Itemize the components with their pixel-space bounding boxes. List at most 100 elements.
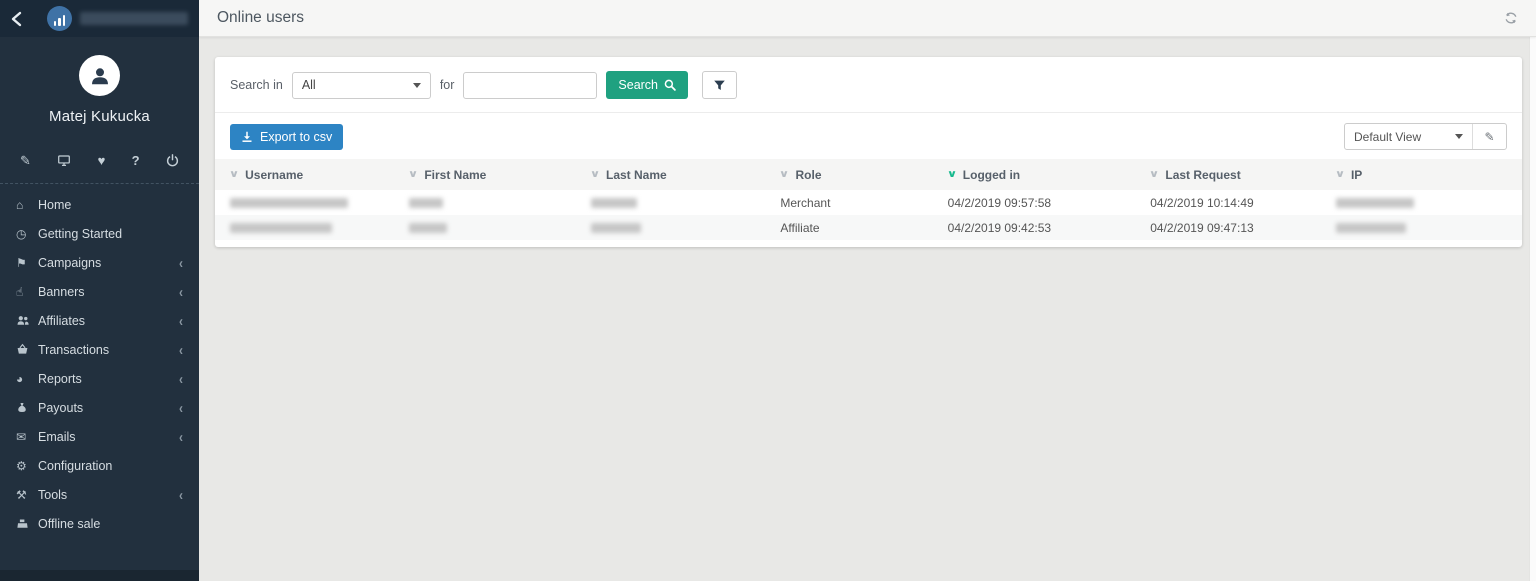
download-icon <box>241 131 253 143</box>
column-label: First Name <box>424 168 486 182</box>
cell-last-request: 04/2/2019 10:14:49 <box>1144 190 1330 215</box>
search-button[interactable]: Search <box>606 71 688 99</box>
cell-last-request: 04/2/2019 09:47:13 <box>1144 215 1330 240</box>
power-icon[interactable] <box>166 154 179 167</box>
search-in-label: Search in <box>230 78 283 92</box>
offline-sale-icon <box>16 518 38 530</box>
search-in-select[interactable]: All <box>292 72 431 99</box>
sidebar-item-label: Payouts <box>38 401 179 415</box>
sort-chevron-icon: ∨ <box>779 169 790 180</box>
page-title: Online users <box>217 9 304 27</box>
sidebar-item-configuration[interactable]: ⚙Configuration <box>0 451 199 480</box>
sidebar-item-tools[interactable]: ⚒Tools‹ <box>0 480 199 509</box>
help-icon[interactable]: ? <box>132 154 140 167</box>
column-header-first-name[interactable]: ∨ First Name <box>403 159 585 190</box>
sidebar-item-transactions[interactable]: Transactions‹ <box>0 335 199 364</box>
search-row: Search in All for Search <box>215 57 1522 113</box>
avatar[interactable] <box>79 55 120 96</box>
brand-name-redacted <box>80 12 188 25</box>
reports-icon: ◕ <box>16 372 38 386</box>
column-header-last-name[interactable]: ∨Last Name <box>585 159 775 190</box>
table-row[interactable]: Affiliate04/2/2019 09:42:5304/2/2019 09:… <box>215 215 1522 240</box>
cell-role: Affiliate <box>774 215 941 240</box>
sidebar-item-banners[interactable]: ☝Banners‹ <box>0 277 199 306</box>
pencil-icon[interactable]: ✎ <box>20 154 31 167</box>
sort-chevron-icon: ∨ <box>1335 169 1346 180</box>
table-row[interactable]: Merchant04/2/2019 09:57:5804/2/2019 10:1… <box>215 190 1522 215</box>
table-header-row: ∨Username∨First Name∨Last Name∨Role∨Logg… <box>215 159 1522 190</box>
search-icon <box>664 79 676 91</box>
cell-username <box>215 215 403 240</box>
sidebar-item-emails[interactable]: ✉Emails‹ <box>0 422 199 451</box>
view-control: Default View ✎ <box>1344 123 1507 150</box>
column-label: Logged in <box>963 168 1020 182</box>
filter-funnel-icon <box>713 79 726 92</box>
sidebar-item-label: Banners <box>38 285 179 299</box>
sort-chevron-icon: ∨ <box>408 169 419 180</box>
sidebar-item-getting-started[interactable]: ◷Getting Started <box>0 219 199 248</box>
sidebar-divider <box>0 183 199 184</box>
sidebar-item-payouts[interactable]: Payouts‹ <box>0 393 199 422</box>
banners-icon: ☝ <box>16 285 38 299</box>
chevron-left-icon: ‹ <box>179 254 183 271</box>
view-select-value: Default View <box>1354 130 1447 144</box>
online-users-table: ∨Username∨First Name∨Last Name∨Role∨Logg… <box>215 159 1522 240</box>
sidebar-topbar <box>0 0 199 37</box>
search-term-input[interactable] <box>463 72 597 99</box>
search-button-label: Search <box>618 78 658 92</box>
monitor-icon[interactable] <box>57 154 71 167</box>
cell-ip <box>1330 190 1522 215</box>
transactions-icon <box>16 343 38 356</box>
column-header-logged-in[interactable]: ∨Logged in <box>942 159 1145 190</box>
sort-chevron-icon: ∨ <box>1149 169 1160 180</box>
sidebar-item-affiliates[interactable]: Affiliates‹ <box>0 306 199 335</box>
table-body: Merchant04/2/2019 09:57:5804/2/2019 10:1… <box>215 190 1522 240</box>
person-icon <box>89 65 111 87</box>
brand[interactable] <box>47 6 188 31</box>
sort-chevron-icon: ∨ <box>229 169 240 180</box>
sidebar-item-home[interactable]: ⌂Home <box>0 190 199 219</box>
export-button-label: Export to csv <box>260 130 332 144</box>
cell-first-name <box>403 190 585 215</box>
column-header-ip[interactable]: ∨ IP <box>1330 159 1522 190</box>
search-in-value: All <box>302 78 413 92</box>
redacted-value <box>591 198 637 208</box>
chevron-down-icon <box>413 83 421 88</box>
view-select[interactable]: Default View <box>1345 124 1472 149</box>
sidebar-item-label: Configuration <box>38 459 183 473</box>
sidebar-item-label: Emails <box>38 430 179 444</box>
sidebar-item-offline-sale[interactable]: Offline sale <box>0 509 199 538</box>
sidebar: Matej Kukucka ✎♥? ⌂Home◷Getting Started⚑… <box>0 0 199 581</box>
refresh-icon[interactable] <box>1504 11 1518 25</box>
redacted-value <box>409 223 447 233</box>
tools-icon: ⚒ <box>16 488 38 502</box>
column-header-role[interactable]: ∨Role <box>774 159 941 190</box>
campaigns-icon: ⚑ <box>16 256 38 270</box>
column-label: Last Name <box>606 168 667 182</box>
user-profile: Matej Kukucka <box>0 37 199 125</box>
heart-icon[interactable]: ♥ <box>98 154 106 167</box>
scrollbar-track[interactable] <box>1529 0 1536 581</box>
chevron-left-icon: ‹ <box>179 312 183 329</box>
chevron-left-icon: ‹ <box>179 283 183 300</box>
column-header-username[interactable]: ∨Username <box>215 159 403 190</box>
affiliates-icon <box>16 314 38 327</box>
redacted-value <box>230 198 348 208</box>
edit-view-button[interactable]: ✎ <box>1473 124 1506 149</box>
main-area: Online users Search in All for Search <box>199 0 1536 581</box>
filter-button[interactable] <box>702 71 737 99</box>
column-header-last-request[interactable]: ∨Last Request <box>1144 159 1330 190</box>
pencil-icon: ✎ <box>1484 130 1494 144</box>
collapse-sidebar-icon[interactable] <box>10 11 23 27</box>
chevron-left-icon: ‹ <box>179 341 183 358</box>
online-users-card: Search in All for Search Export <box>215 57 1522 247</box>
redacted-value <box>409 198 443 208</box>
export-to-csv-button[interactable]: Export to csv <box>230 124 343 150</box>
cell-logged-in: 04/2/2019 09:57:58 <box>942 190 1145 215</box>
sidebar-nav: ⌂Home◷Getting Started⚑Campaigns‹☝Banners… <box>0 190 199 581</box>
redacted-value <box>230 223 332 233</box>
sidebar-item-campaigns[interactable]: ⚑Campaigns‹ <box>0 248 199 277</box>
sidebar-item-reports[interactable]: ◕Reports‹ <box>0 364 199 393</box>
for-label: for <box>440 78 455 92</box>
column-label: IP <box>1351 168 1362 182</box>
